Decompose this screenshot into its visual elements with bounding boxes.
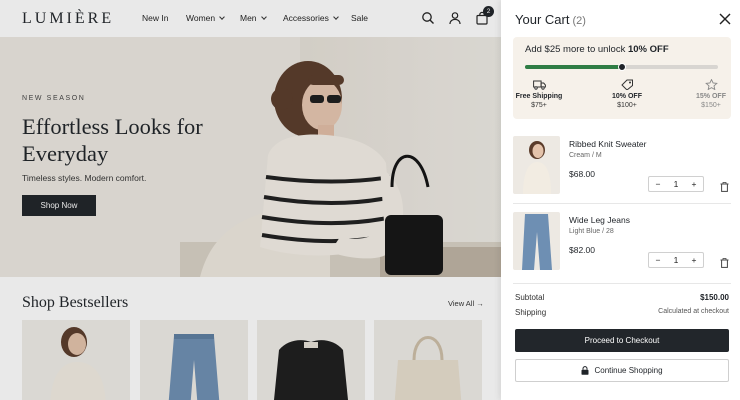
- continue-shopping-label: Continue Shopping: [594, 366, 663, 375]
- tier-label: Free Shipping: [515, 93, 563, 100]
- lock-icon: [581, 366, 589, 375]
- item-name[interactable]: Wide Leg Jeans: [569, 215, 630, 225]
- cart-title: Your Cart (2): [515, 12, 586, 27]
- tier-label: 15% OFF: [696, 93, 726, 100]
- shipping-row: Shipping Calculated at checkout: [515, 308, 729, 317]
- page-dim-overlay[interactable]: [0, 0, 501, 400]
- truck-icon: [532, 80, 546, 90]
- jeans-image: [522, 214, 552, 270]
- item-price: $68.00: [569, 169, 595, 179]
- promo-highlight: 10% OFF: [627, 44, 669, 55]
- subtotal-label: Subtotal: [515, 293, 545, 302]
- progress-marker: [617, 63, 626, 71]
- item-variant: Light Blue / 28: [569, 228, 614, 235]
- tag-icon: [620, 79, 633, 90]
- cart-item: Wide Leg Jeans Light Blue / 28 $82.00 − …: [513, 212, 731, 276]
- quantity-value[interactable]: 1: [667, 255, 685, 265]
- shipping-value: Calculated at checkout: [658, 308, 729, 315]
- tier-label: 10% OFF: [612, 93, 642, 100]
- tier-value: $100+: [617, 102, 637, 109]
- quantity-stepper: − 1 +: [648, 252, 704, 268]
- increase-button[interactable]: +: [685, 255, 703, 265]
- increase-button[interactable]: +: [685, 179, 703, 189]
- quantity-value[interactable]: 1: [667, 179, 685, 189]
- continue-shopping-button[interactable]: Continue Shopping: [515, 359, 729, 382]
- decrease-button[interactable]: −: [649, 255, 667, 265]
- cart-title-text: Your Cart: [515, 12, 570, 27]
- divider: [513, 283, 731, 284]
- item-thumbnail[interactable]: [513, 212, 560, 270]
- cart-drawer: Your Cart (2) Add $25 more to unlock 10% …: [501, 0, 740, 400]
- item-name[interactable]: Ribbed Knit Sweater: [569, 139, 647, 149]
- cart-item-count: (2): [572, 15, 586, 27]
- decrease-button[interactable]: −: [649, 179, 667, 189]
- promo-message: Add $25 more to unlock 10% OFF: [525, 44, 669, 55]
- close-icon[interactable]: [719, 12, 731, 25]
- divider: [513, 203, 731, 204]
- item-variant: Cream / M: [569, 152, 602, 159]
- shipping-label: Shipping: [515, 308, 547, 317]
- tier-free-shipping: Free Shipping $75+: [511, 79, 567, 109]
- page: LUMIÈRE New In Women Men Accessories Sal…: [0, 0, 740, 400]
- item-price: $82.00: [569, 245, 595, 255]
- progress-track: [525, 63, 718, 71]
- sweater-image: [523, 141, 551, 194]
- trash-icon[interactable]: [720, 179, 729, 192]
- subtotal-value: $150.00: [700, 293, 729, 302]
- cart-item: Ribbed Knit Sweater Cream / M $68.00 − 1…: [513, 136, 731, 200]
- tier-value: $150+: [701, 102, 721, 109]
- quantity-stepper: − 1 +: [648, 176, 704, 192]
- checkout-button[interactable]: Proceed to Checkout: [515, 329, 729, 352]
- item-thumbnail[interactable]: [513, 136, 560, 194]
- progress-fill: [525, 65, 622, 69]
- tier-value: $75+: [531, 102, 547, 109]
- subtotal-row: Subtotal $150.00: [515, 293, 729, 302]
- store-page: LUMIÈRE New In Women Men Accessories Sal…: [0, 0, 501, 400]
- star-icon: [704, 79, 718, 90]
- tier-10-off: 10% OFF $100+: [599, 79, 655, 109]
- trash-icon[interactable]: [720, 255, 729, 268]
- free-shipping-progress: Add $25 more to unlock 10% OFF Free Ship…: [513, 37, 731, 119]
- tier-15-off: 15% OFF $150+: [683, 79, 739, 109]
- promo-prefix: Add $25 more to unlock: [525, 44, 628, 55]
